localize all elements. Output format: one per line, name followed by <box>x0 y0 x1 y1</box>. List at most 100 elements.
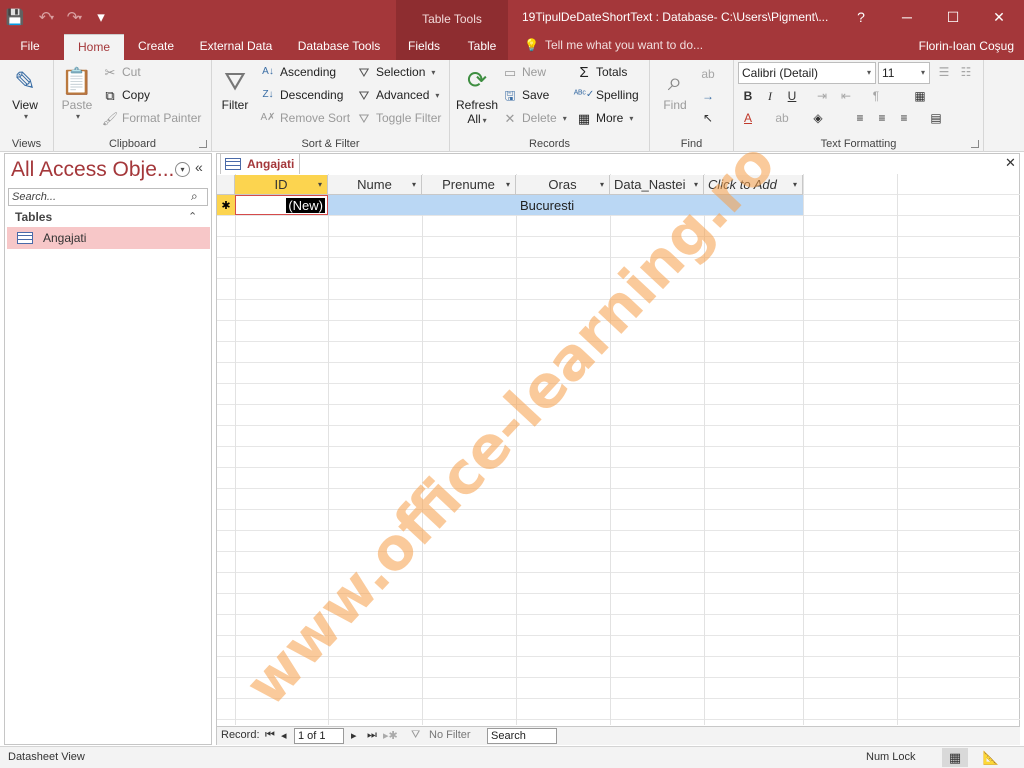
record-search-input[interactable]: Search <box>487 728 557 744</box>
previous-record-icon[interactable]: ◂ <box>281 729 287 742</box>
chevron-down-icon[interactable]: ▾ <box>506 180 510 189</box>
last-record-icon[interactable]: ⏭ <box>367 729 377 742</box>
undo-icon[interactable]: ↶ <box>30 0 60 34</box>
format-painter-button[interactable]: 🖌 Format Painter <box>102 110 202 126</box>
view-button[interactable]: ✎ View ▾ <box>8 64 42 121</box>
column-header-id[interactable]: ID ▾ <box>235 175 328 195</box>
copy-button[interactable]: ⧉ Copy <box>102 87 150 103</box>
nav-dropdown-icon[interactable]: ▾ <box>175 162 190 177</box>
maximize-button[interactable]: ☐ <box>930 0 976 34</box>
bullets-icon[interactable]: ☰ <box>934 62 954 82</box>
tab-table[interactable]: Table <box>460 34 504 60</box>
chevron-down-icon[interactable]: ▾ <box>600 180 604 189</box>
spelling-button[interactable]: ᴬᴮᶜ✓ Spelling <box>574 87 639 103</box>
align-left-icon[interactable]: ≡ <box>850 108 870 128</box>
tab-external-data[interactable]: External Data <box>194 34 278 60</box>
datasheet-view-icon[interactable]: ▦ <box>942 748 968 767</box>
redo-icon[interactable]: ↷ <box>58 0 88 34</box>
clipboard-launcher-icon[interactable] <box>199 140 207 148</box>
save-record-button[interactable]: 🖫 Save <box>502 87 549 103</box>
align-center-icon[interactable]: ≡ <box>872 108 892 128</box>
decrease-indent-icon[interactable]: ⇤ <box>836 86 856 106</box>
paste-button[interactable]: 📋 Paste ▾ <box>60 64 94 121</box>
cut-button[interactable]: ✂ Cut <box>102 64 141 80</box>
remove-sort-button[interactable]: A✗ Remove Sort <box>260 110 350 126</box>
nav-item-angajati[interactable]: Angajati <box>7 227 210 249</box>
nav-section-tables[interactable]: Tables <box>15 210 52 224</box>
shutter-bar-close-icon[interactable]: « <box>195 159 203 175</box>
redo-dropdown-icon[interactable]: ▾ <box>78 13 82 22</box>
document-tab-angajati[interactable]: Angajati <box>220 153 300 174</box>
find-button[interactable]: ⌕ Find <box>658 64 692 112</box>
cell-id[interactable]: (New) <box>235 195 328 215</box>
sort-ascending-button[interactable]: A↓ Ascending <box>260 64 336 80</box>
italic-button[interactable]: I <box>760 86 780 106</box>
toggle-filter-button[interactable]: ⛛ Toggle Filter <box>356 110 442 126</box>
new-record-nav-icon[interactable]: ▸✱ <box>383 729 398 742</box>
text-formatting-launcher-icon[interactable] <box>971 140 979 148</box>
numbering-icon[interactable]: ☷ <box>956 62 976 82</box>
new-record-button[interactable]: ▭ New <box>502 64 546 80</box>
tab-database-tools[interactable]: Database Tools <box>292 34 386 60</box>
cell-data-nasterii[interactable] <box>610 195 704 215</box>
chevron-down-icon[interactable]: ▾ <box>694 180 698 189</box>
totals-button[interactable]: Σ Totals <box>576 64 627 80</box>
sort-descending-button[interactable]: Z↓ Descending <box>260 87 343 103</box>
selection-button[interactable]: ⛛ Selection ▾ <box>356 64 436 80</box>
alternate-row-color-icon[interactable]: ▤ <box>926 108 946 128</box>
paragraph-icon[interactable]: ¶ <box>866 86 886 106</box>
column-header-oras[interactable]: Oras ▾ <box>516 175 610 195</box>
select-all-button[interactable] <box>217 175 235 195</box>
undo-dropdown-icon[interactable]: ▾ <box>50 13 54 22</box>
cell-prenume[interactable] <box>422 195 516 215</box>
column-header-data-nasterii[interactable]: Data_Nastei ▾ <box>610 175 704 195</box>
delete-record-button[interactable]: ✕ Delete ▾ <box>502 110 567 126</box>
replace-icon[interactable]: ab <box>698 64 718 84</box>
tab-home[interactable]: Home <box>64 34 124 60</box>
tab-file[interactable]: File <box>10 34 50 60</box>
go-to-icon[interactable]: → <box>698 86 718 106</box>
new-record-marker-icon[interactable]: ✱ <box>217 195 235 215</box>
tell-me-box[interactable]: 💡 Tell me what you want to do... <box>524 38 703 52</box>
customize-qat-icon[interactable]: ▾ <box>86 0 116 34</box>
datasheet-grid[interactable] <box>217 174 1020 725</box>
column-header-click-to-add[interactable]: Click to Add ▾ <box>704 175 803 195</box>
highlight-icon[interactable]: ab <box>772 108 792 128</box>
bold-button[interactable]: B <box>738 86 758 106</box>
align-right-icon[interactable]: ≡ <box>894 108 914 128</box>
underline-button[interactable]: U <box>782 86 802 106</box>
cell-nume[interactable] <box>328 195 422 215</box>
tab-fields[interactable]: Fields <box>402 34 446 60</box>
next-record-icon[interactable]: ▸ <box>351 729 357 742</box>
column-header-nume[interactable]: Nume ▾ <box>328 175 422 195</box>
save-icon[interactable]: 💾 <box>0 0 30 34</box>
minimize-button[interactable]: ─ <box>884 0 930 34</box>
more-button[interactable]: ▦ More ▾ <box>576 110 634 126</box>
advanced-button[interactable]: ⛛ Advanced ▾ <box>356 87 440 103</box>
search-icon[interactable]: ⌕ <box>191 189 198 204</box>
first-record-icon[interactable]: ⏮ <box>265 729 275 742</box>
chevron-down-icon[interactable]: ▾ <box>318 180 322 189</box>
font-name-select[interactable]: Calibri (Detail) ▾ <box>738 62 876 84</box>
close-button[interactable]: ✕ <box>976 0 1022 34</box>
refresh-all-button[interactable]: ⟳ Refresh All ▾ <box>456 64 498 127</box>
column-header-prenume[interactable]: Prenume ▾ <box>422 175 516 195</box>
close-document-icon[interactable]: ✕ <box>1005 155 1016 171</box>
gridlines-icon[interactable]: ▦ <box>910 86 930 106</box>
tab-create[interactable]: Create <box>132 34 180 60</box>
font-size-select[interactable]: 11 ▾ <box>878 62 930 84</box>
user-name[interactable]: Florin-Ioan Coşug <box>919 39 1014 53</box>
font-color-icon[interactable]: A <box>738 108 758 128</box>
select-pointer-icon[interactable]: ↖ <box>698 108 718 128</box>
design-view-icon[interactable]: 📐 <box>978 748 1004 767</box>
cell-oras[interactable]: Bucuresti <box>516 195 610 215</box>
nav-search-input[interactable]: Search... <box>8 188 208 206</box>
background-color-icon[interactable]: ◈ <box>808 108 828 128</box>
chevron-down-icon[interactable]: ▾ <box>793 180 797 189</box>
increase-indent-icon[interactable]: ⇥ <box>812 86 832 106</box>
collapse-section-icon[interactable]: ⌃ <box>188 210 197 223</box>
filter-button[interactable]: ⛛ Filter <box>218 64 252 112</box>
filter-status[interactable]: No Filter <box>429 729 471 741</box>
help-button[interactable]: ? <box>838 0 884 34</box>
chevron-down-icon[interactable]: ▾ <box>412 180 416 189</box>
